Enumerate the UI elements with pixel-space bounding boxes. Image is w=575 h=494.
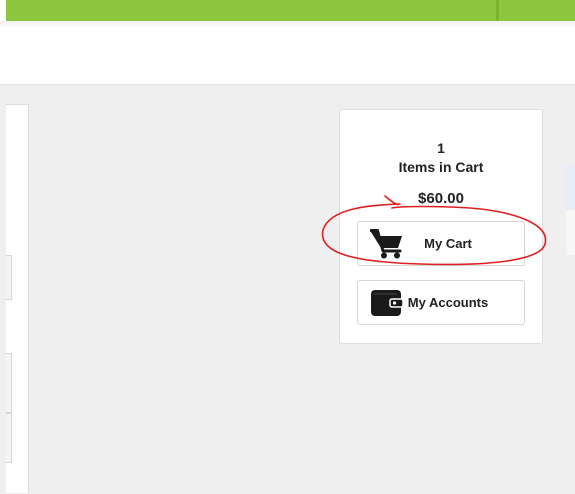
left-edge-tab[interactable] [6,255,12,300]
my-accounts-button[interactable]: My Accounts [357,280,525,325]
header-strip [0,21,575,84]
my-cart-button[interactable]: My Cart [357,221,525,266]
cart-items-label: Items in Cart [398,159,484,175]
left-edge-tab[interactable] [6,413,12,463]
left-edge-tab[interactable] [6,353,12,413]
my-cart-label: My Cart [424,236,472,251]
cart-item-count: 1 [437,140,445,156]
top-nav-bar [6,0,575,21]
header-shadow [0,21,575,29]
cart-summary-card: 1 Items in Cart $60.00 My Cart My Accoun… [339,109,543,344]
right-edge-tab[interactable] [566,165,575,210]
right-edge-panel [566,210,575,255]
cart-total: $60.00 [418,190,464,207]
my-accounts-label: My Accounts [407,295,489,310]
top-nav-divider [496,0,499,21]
